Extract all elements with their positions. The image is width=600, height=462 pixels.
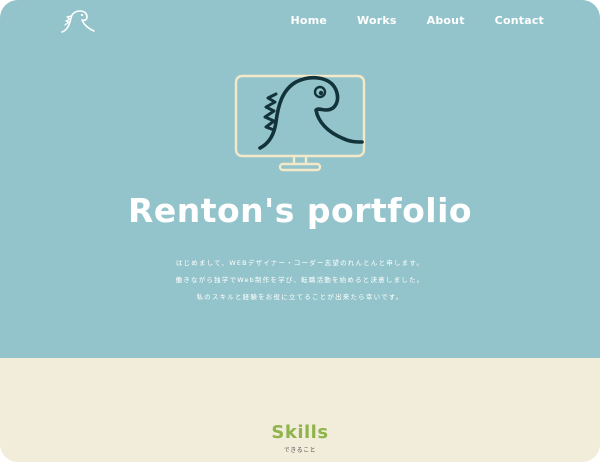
nav-about-link[interactable]: About (427, 14, 465, 28)
skills-section: Skills できること (0, 358, 600, 462)
intro-line: 私のスキルと経験をお役に立てることが出来たら幸いです。 (196, 293, 404, 301)
hero-section: Home Works About Contact Renton's portfo… (0, 0, 600, 358)
dinosaur-monitor-icon (234, 74, 366, 172)
intro-line: 働きながら独学でWeb制作を学び、転職活動を始めると決意しました。 (175, 276, 425, 284)
nav-contact-link[interactable]: Contact (495, 14, 544, 28)
nav-home-link[interactable]: Home (291, 14, 328, 28)
intro-line: はじめまして、WEBデザイナー・コーダー志望のれんとんと申します。 (175, 259, 425, 267)
skills-heading: Skills (271, 422, 329, 443)
nav-works-link[interactable]: Works (357, 14, 397, 28)
main-nav: Home Works About Contact (291, 14, 544, 28)
portfolio-page: Home Works About Contact Renton's portfo… (0, 0, 600, 462)
dinosaur-logo-icon[interactable] (56, 9, 100, 35)
intro-text: はじめまして、WEBデザイナー・コーダー志望のれんとんと申します。 働きながら独… (0, 255, 600, 306)
page-title: Renton's portfolio (127, 191, 473, 230)
skills-subheading: できること (283, 447, 317, 454)
